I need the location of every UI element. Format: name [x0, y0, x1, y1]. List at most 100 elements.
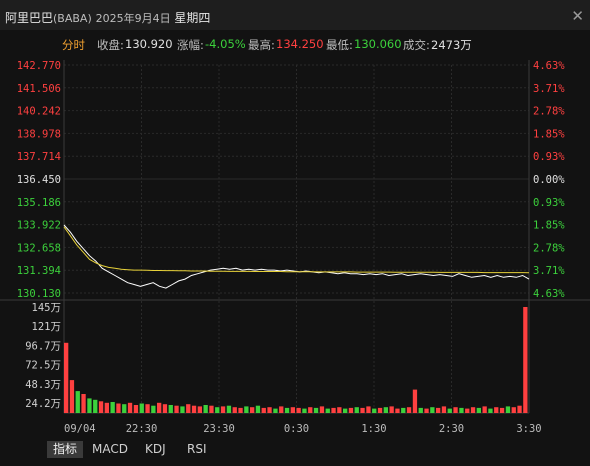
pct-tick-label: 4.63% [533, 60, 565, 72]
volume-tick-label: 24.2万 [25, 398, 61, 410]
volume-tick-label: 96.7万 [25, 340, 61, 352]
volume-bar [389, 406, 394, 413]
price-tick-label: 131.394 [17, 265, 61, 277]
volume-bar [273, 408, 278, 413]
volume-bar [69, 380, 75, 413]
volume-bar [395, 408, 400, 413]
volume-bar [203, 405, 208, 413]
volume-bar [191, 405, 197, 413]
volume-bar [331, 407, 336, 413]
volume-bar [279, 406, 284, 413]
volume-bar [348, 407, 354, 413]
volume-bar [308, 407, 313, 413]
volume-bar [436, 407, 441, 413]
volume-bar [168, 405, 173, 413]
volume-bar [447, 408, 452, 413]
pct-tick-label: 0.93% [533, 151, 565, 163]
volume-bar [418, 407, 423, 413]
volume-bar [366, 406, 371, 413]
volume-bar [360, 407, 365, 413]
volume-bar [523, 307, 528, 413]
pct-tick-label: 1.85% [533, 220, 565, 232]
volume-bar [261, 407, 266, 413]
volume-bar [110, 402, 115, 413]
tab-rsi[interactable]: RSI [187, 442, 207, 456]
volume-bar [250, 407, 255, 413]
volume-bar [313, 407, 319, 413]
tab-indicator[interactable]: 指标 [47, 441, 84, 458]
time-tick-label: 22:30 [126, 423, 158, 435]
pct-tick-label: 1.85% [533, 128, 565, 140]
time-tick-label: 23:30 [203, 423, 235, 435]
volume-tick-label: 72.5万 [25, 360, 61, 372]
volume-bar [377, 407, 383, 413]
volume-bar [372, 408, 377, 413]
volume-bar [197, 406, 202, 413]
price-tick-label: 142.770 [17, 60, 61, 72]
volume-bar [284, 407, 290, 413]
volume-bar [354, 407, 359, 413]
price-tick-label: 133.922 [17, 220, 61, 232]
volume-bar [517, 405, 522, 413]
volume-bar [401, 407, 406, 413]
time-tick-label: 2:30 [439, 423, 464, 435]
volume-bar [441, 406, 447, 413]
volume-bar [325, 408, 330, 413]
volume-bar [133, 405, 139, 413]
volume-bar [98, 401, 104, 413]
volume-tick-label: 121万 [32, 321, 61, 333]
pct-tick-label: 3.71% [533, 265, 565, 277]
volume-bar [186, 404, 191, 413]
volume-bar [406, 407, 412, 413]
volume-bar [81, 394, 86, 413]
volume-bar [145, 404, 150, 413]
time-tick-label: 3:30 [516, 423, 541, 435]
pct-tick-label: 4.63% [533, 288, 565, 300]
volume-bar [511, 407, 516, 413]
indicator-tabs: 指标 MACD KDJ RSI [0, 440, 590, 460]
volume-bar [75, 391, 80, 413]
volume-bar [337, 407, 342, 413]
volume-bar [151, 405, 156, 413]
volume-bar [162, 404, 168, 413]
volume-bar [470, 407, 476, 413]
volume-bar [87, 398, 92, 413]
volume-bar [93, 399, 98, 413]
pct-tick-label: 0.93% [533, 197, 565, 209]
volume-bar [104, 402, 109, 413]
volume-bar [505, 406, 511, 413]
intraday-chart: 142.770 4.63% 141.506 3.71% 140.242 2.78% 138.… [0, 60, 590, 435]
pct-tick-label: 3.71% [533, 83, 565, 95]
price-tick-label: 141.506 [17, 83, 61, 95]
volume-bar [383, 407, 388, 413]
volume-bar [209, 405, 214, 413]
volume-bar [267, 407, 272, 413]
volume-bar [226, 405, 232, 413]
volume-bar [232, 407, 237, 413]
pct-tick-label: 2.78% [533, 106, 565, 118]
volume-bar [343, 408, 348, 413]
tab-macd[interactable]: MACD [92, 442, 128, 456]
time-tick-label: 09/04 [64, 423, 96, 435]
volume-bar [296, 407, 301, 413]
price-tick-label: 136.450 [17, 174, 61, 186]
volume-bar [238, 407, 243, 413]
volume-bar [244, 406, 249, 413]
volume-bar [116, 403, 121, 413]
tab-kdj[interactable]: KDJ [145, 442, 166, 456]
time-tick-label: 1:30 [361, 423, 386, 435]
volume-tick-label: 145万 [32, 302, 61, 314]
price-tick-label: 130.130 [17, 288, 61, 300]
volume-bar [302, 408, 307, 413]
volume-bar [465, 408, 470, 413]
price-tick-label: 137.714 [17, 151, 61, 163]
volume-bar [459, 407, 464, 413]
pct-tick-label: 0.00% [533, 174, 565, 186]
pct-tick-label: 2.78% [533, 242, 565, 254]
volume-bar [499, 407, 505, 413]
volume-bar [412, 389, 418, 413]
volume-bar [157, 402, 162, 413]
volume-bar [122, 404, 127, 413]
price-tick-label: 138.978 [17, 128, 61, 140]
price-tick-label: 140.242 [17, 106, 61, 118]
